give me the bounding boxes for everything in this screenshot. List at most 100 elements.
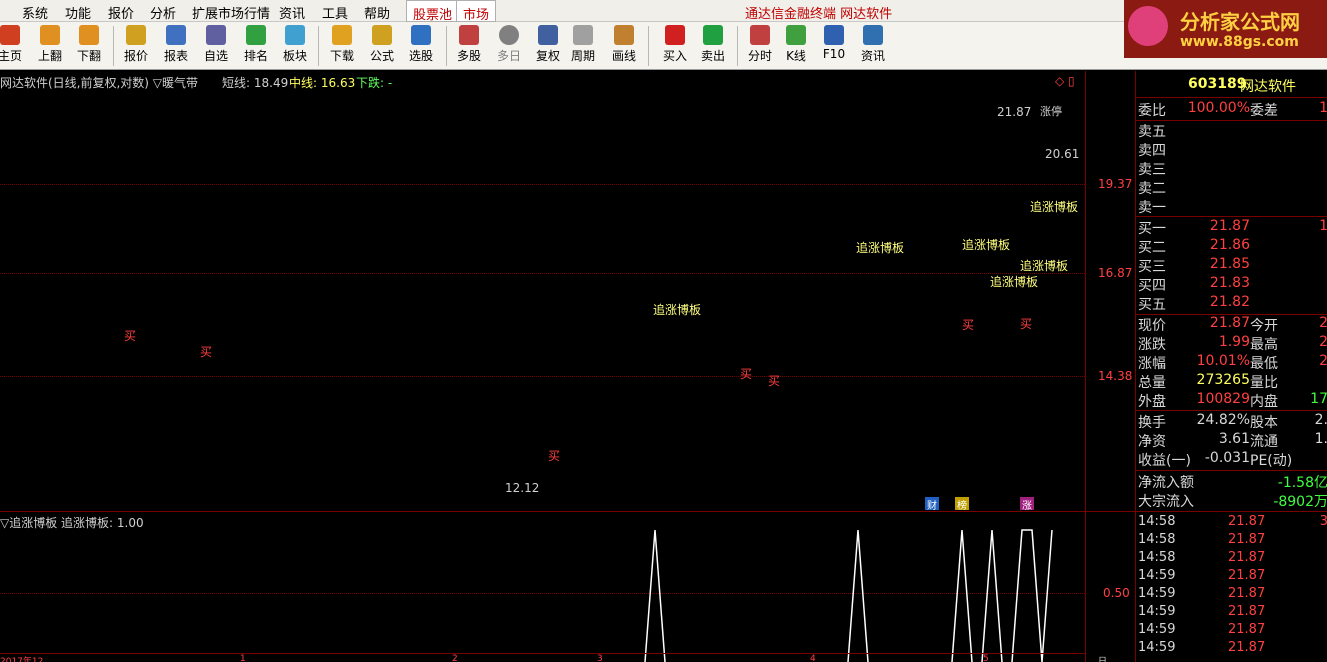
report-button[interactable]: 报表 (158, 25, 194, 67)
menu-help[interactable]: 帮助 (364, 3, 390, 22)
divider (1136, 216, 1327, 217)
indicator-tick: 0.50 (1103, 586, 1130, 600)
tab-market[interactable]: 市场 (456, 0, 497, 23)
buy-button[interactable]: 买入 (657, 25, 693, 67)
tick-row: 14:59 21.87 (1138, 568, 1266, 583)
multi-day-button[interactable]: 多日 (491, 25, 527, 67)
signal-label: 追涨博板 (856, 241, 905, 255)
logo-url: www.88gs.com (1180, 34, 1299, 50)
draw-line-button[interactable]: 画线 (606, 25, 642, 67)
date-label: 2017年12 (0, 657, 44, 662)
buy-marker: 买 (768, 374, 781, 388)
ask-row[interactable]: 卖四 (1136, 140, 1327, 159)
ranking-badge[interactable]: 榜 (955, 497, 969, 511)
menu-analysis[interactable]: 分析 (150, 3, 176, 22)
price-tick-mid: 16.87 (1098, 266, 1133, 280)
buy-marker: 买 (740, 367, 753, 381)
buy-marker: 买 (1020, 317, 1033, 331)
diamond-icon[interactable]: ◇ ▯ (1055, 74, 1075, 88)
menu-news[interactable]: 资讯 (279, 3, 305, 22)
indicator-axis-divider (1085, 512, 1086, 662)
home-button[interactable]: 主页 (0, 25, 28, 67)
grid-line (0, 376, 1085, 377)
grid-line (0, 184, 1085, 185)
price-axis-divider (1085, 71, 1086, 511)
bid-row[interactable]: 买二 21.86 (1136, 237, 1327, 256)
date-label: 2 (452, 654, 458, 662)
toolbar-separator (446, 26, 447, 66)
quote-button[interactable]: 报价 (118, 25, 154, 67)
trend-label: 下跌: - (356, 76, 393, 90)
finance-badge[interactable]: 财 (925, 497, 939, 511)
ask-row[interactable]: 卖一 (1136, 197, 1327, 216)
logo-title: 分析家公式网 (1180, 10, 1300, 34)
tab-stock-pool[interactable]: 股票池 (406, 0, 460, 23)
signal-spikes (644, 529, 1053, 662)
bid-row[interactable]: 买一 21.87 1 (1136, 218, 1327, 237)
page-down-button[interactable]: 下翻 (71, 25, 107, 67)
divider (1136, 470, 1327, 471)
menu-quote[interactable]: 报价 (108, 3, 134, 22)
stat-row: 涨跌 1.99 最高 2 (1138, 334, 1327, 353)
tick-row: 14:58 21.87 3 (1138, 514, 1327, 529)
tick-row: 14:58 21.87 (1138, 532, 1266, 547)
page-down-icon (79, 25, 99, 45)
page-up-button[interactable]: 上翻 (32, 25, 68, 67)
menu-system[interactable]: 系统 (22, 3, 48, 22)
chart-header: 网达软件(日线,前复权,对数) ▽暖气带 (0, 76, 199, 90)
kline-icon (786, 25, 806, 45)
tick-row: 14:59 21.87 (1138, 622, 1266, 637)
divider (1136, 97, 1327, 98)
bid-row[interactable]: 买四 21.83 (1136, 275, 1327, 294)
period-button[interactable]: 周期 (565, 25, 601, 67)
stock-picker-icon (411, 25, 431, 45)
watchlist-button[interactable]: 自选 (198, 25, 234, 67)
window-title: 通达信金融终端 网达软件 (745, 7, 893, 22)
bid-row[interactable]: 买三 21.85 (1136, 256, 1327, 275)
formula-icon (372, 25, 392, 45)
bid-row[interactable]: 买五 21.82 (1136, 294, 1327, 313)
flower-icon (1128, 6, 1168, 46)
formula-button[interactable]: 公式 (364, 25, 400, 67)
low-price-label: 12.12 (505, 481, 540, 495)
download-button[interactable]: 下载 (324, 25, 360, 67)
kline-chart-panel[interactable]: 网达软件(日线,前复权,对数) ▽暖气带 短线: 18.49 中线: 16.63… (0, 71, 1135, 511)
limit-up-annotation: 涨停 (1040, 105, 1062, 118)
sector-icon (285, 25, 305, 45)
date-label: 5 (983, 654, 989, 662)
home-icon (0, 25, 20, 45)
ask-row[interactable]: 卖五 (1136, 121, 1327, 140)
ask-row[interactable]: 卖二 (1136, 178, 1327, 197)
stock-picker-button[interactable]: 选股 (403, 25, 439, 67)
adjust-button[interactable]: 复权 (530, 25, 566, 67)
stock-name: 网达软件 (1240, 79, 1296, 95)
quote-panel: 603189 网达软件 委比 100.00% 委差 1 卖五 卖四 卖三 卖二 … (1135, 71, 1327, 662)
price-tick-high: 19.37 (1098, 177, 1133, 191)
ask-row[interactable]: 卖三 (1136, 159, 1327, 178)
limit-up-badge[interactable]: 涨 (1020, 497, 1034, 511)
menu-tools[interactable]: 工具 (322, 3, 348, 22)
menu-function[interactable]: 功能 (65, 3, 91, 22)
period-icon (573, 25, 593, 45)
menu-extended-market[interactable]: 扩展市场行情 (192, 3, 270, 22)
multi-stock-button[interactable]: 多股 (451, 25, 487, 67)
news-button[interactable]: 资讯 (855, 25, 891, 67)
order-ratio-row: 委比 100.00% 委差 1 (1138, 100, 1327, 119)
price-tick-low: 14.38 (1098, 369, 1133, 383)
period-label[interactable]: 日线 (1098, 654, 1107, 662)
ranking-icon (246, 25, 266, 45)
intraday-button[interactable]: 分时 (742, 25, 778, 67)
ranking-button[interactable]: 排名 (238, 25, 274, 67)
adjust-icon (538, 25, 558, 45)
kline-button[interactable]: K线 (778, 25, 814, 67)
sector-button[interactable]: 板块 (277, 25, 313, 67)
divider (1136, 511, 1327, 512)
sell-button[interactable]: 卖出 (695, 25, 731, 67)
net-inflow-row: 净流入额 -1.58亿 (1138, 475, 1327, 491)
watchlist-icon (206, 25, 226, 45)
indicator-panel[interactable]: ▽追涨博板 追涨博板: 1.00 0.50 2017年12 1 2 3 4 5 … (0, 511, 1135, 662)
stat-row: 换手 24.82% 股本 2. (1138, 412, 1327, 431)
date-label: 4 (810, 654, 816, 662)
f10-button[interactable]: F10 (816, 25, 852, 67)
intraday-icon (750, 25, 770, 45)
